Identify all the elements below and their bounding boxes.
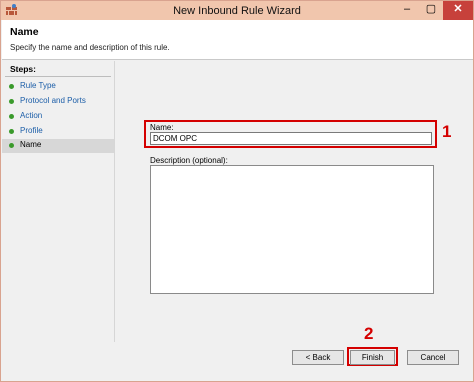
step-bullet-icon bbox=[9, 129, 14, 134]
step-action[interactable]: Action bbox=[2, 110, 114, 124]
step-profile[interactable]: Profile bbox=[2, 125, 114, 139]
cancel-button[interactable]: Cancel bbox=[407, 350, 459, 365]
step-label: Action bbox=[20, 111, 43, 120]
step-protocol-and-ports[interactable]: Protocol and Ports bbox=[2, 95, 114, 109]
back-button[interactable]: < Back bbox=[292, 350, 344, 365]
highlight-box-name bbox=[144, 120, 437, 148]
steps-title: Steps: bbox=[10, 64, 36, 74]
annotation-number-1: 1 bbox=[442, 122, 452, 141]
finish-button[interactable]: Finish bbox=[350, 350, 395, 365]
minimize-button[interactable]: – bbox=[395, 1, 419, 20]
step-label: Protocol and Ports bbox=[20, 96, 86, 105]
page-title: Name bbox=[10, 26, 39, 38]
step-label: Name bbox=[20, 140, 42, 149]
restore-button[interactable]: ▢ bbox=[419, 1, 443, 20]
step-label: Rule Type bbox=[20, 81, 56, 90]
annotation-number-2: 2 bbox=[364, 324, 374, 343]
steps-panel: Steps: Rule Type Protocol and Ports Acti… bbox=[2, 61, 115, 342]
close-button[interactable]: ✕ bbox=[443, 1, 473, 20]
step-bullet-icon bbox=[9, 84, 14, 89]
title-bar[interactable]: New Inbound Rule Wizard – ▢ ✕ bbox=[1, 1, 473, 20]
step-name-current[interactable]: Name bbox=[2, 139, 114, 153]
step-bullet-icon bbox=[9, 143, 14, 148]
step-bullet-icon bbox=[9, 114, 14, 119]
step-label: Profile bbox=[20, 126, 43, 135]
wizard-window: New Inbound Rule Wizard – ▢ ✕ Name Speci… bbox=[0, 0, 474, 382]
description-textarea[interactable] bbox=[150, 165, 434, 294]
step-rule-type[interactable]: Rule Type bbox=[2, 80, 114, 94]
page-description: Specify the name and description of this… bbox=[10, 43, 170, 52]
steps-divider bbox=[5, 76, 111, 77]
wizard-header: Name Specify the name and description of… bbox=[2, 20, 473, 60]
description-label: Description (optional): bbox=[150, 156, 228, 165]
step-bullet-icon bbox=[9, 99, 14, 104]
